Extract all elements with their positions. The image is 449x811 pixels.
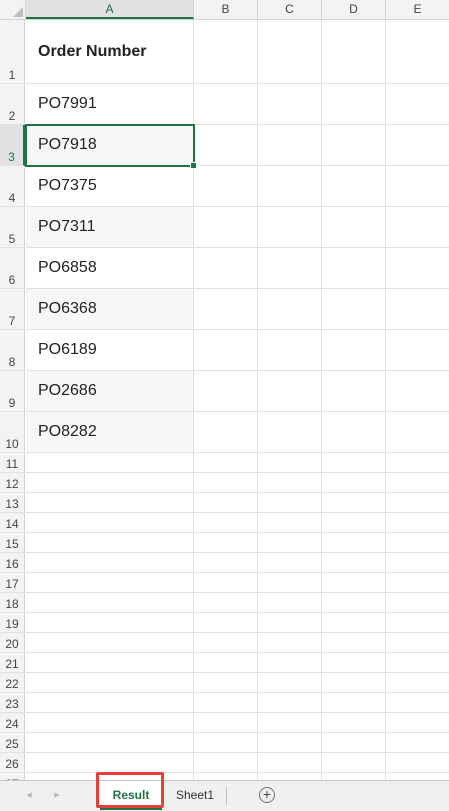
gridline [26, 592, 449, 593]
gridline [26, 632, 449, 633]
result-tab-highlight [96, 772, 164, 808]
row-header-4[interactable]: 4 [0, 166, 25, 207]
cell-a7[interactable]: PO6368 [26, 289, 193, 329]
select-all-corner[interactable] [0, 0, 26, 19]
row-header-16[interactable]: 16 [0, 553, 25, 573]
gridline [26, 532, 449, 533]
row-header-10[interactable]: 10 [0, 412, 25, 453]
cell-a8[interactable]: PO6189 [26, 330, 193, 370]
row-header-5[interactable]: 5 [0, 207, 25, 248]
row-header-24[interactable]: 24 [0, 713, 25, 733]
row-header-27[interactable]: 27 [0, 773, 25, 780]
gridline [26, 692, 449, 693]
scroll-tabs-right-icon[interactable]: ▸ [52, 790, 62, 801]
column-header-d[interactable]: D [322, 0, 386, 19]
row-header-1[interactable]: 1 [0, 20, 25, 84]
row-header-23[interactable]: 23 [0, 693, 25, 713]
row-header-20[interactable]: 20 [0, 633, 25, 653]
row-header-6[interactable]: 6 [0, 248, 25, 289]
sheet-tab-bar: ◂ ▸ Result Sheet1 + [0, 780, 449, 811]
gridline [26, 552, 449, 553]
column-header-row: A B C D E [0, 0, 449, 20]
gridline [26, 712, 449, 713]
scroll-tabs-left-icon[interactable]: ◂ [24, 790, 34, 801]
column-header-b[interactable]: B [194, 0, 258, 19]
row-header-15[interactable]: 15 [0, 533, 25, 553]
gridline [26, 732, 449, 733]
gridline [26, 512, 449, 513]
add-sheet-icon[interactable]: + [259, 787, 275, 803]
gridline [26, 572, 449, 573]
column-header-e[interactable]: E [386, 0, 449, 19]
row-header-8[interactable]: 8 [0, 330, 25, 371]
gridline [193, 20, 194, 780]
gridline [26, 772, 449, 773]
row-header-18[interactable]: 18 [0, 593, 25, 613]
cell-a10[interactable]: PO8282 [26, 412, 193, 452]
cell-a1-header[interactable]: Order Number [26, 20, 193, 83]
gridline [26, 492, 449, 493]
gridline [26, 472, 449, 473]
gridline [26, 652, 449, 653]
gridline [385, 20, 386, 780]
cell-a9[interactable]: PO2686 [26, 371, 193, 411]
row-header-3[interactable]: 3 [0, 125, 25, 166]
cell-a5[interactable]: PO7311 [26, 207, 193, 247]
row-header-13[interactable]: 13 [0, 493, 25, 513]
row-header-7[interactable]: 7 [0, 289, 25, 330]
spreadsheet-grid[interactable]: A B C D E 1 2 3 4 5 6 7 8 9 10 11 12 13 … [0, 0, 449, 780]
gridline [257, 20, 258, 780]
sheet-tab-sheet1[interactable]: Sheet1 [166, 781, 224, 810]
row-header-25[interactable]: 25 [0, 733, 25, 753]
gridline [26, 672, 449, 673]
column-header-c[interactable]: C [258, 0, 322, 19]
cell-a3[interactable]: PO7918 [26, 125, 193, 165]
row-header-21[interactable]: 21 [0, 653, 25, 673]
row-header-14[interactable]: 14 [0, 513, 25, 533]
row-header-17[interactable]: 17 [0, 573, 25, 593]
row-header-22[interactable]: 22 [0, 673, 25, 693]
tab-separator [226, 787, 227, 805]
column-header-a[interactable]: A [26, 0, 194, 19]
cell-a4[interactable]: PO7375 [26, 166, 193, 206]
gridline [26, 452, 449, 453]
row-header-9[interactable]: 9 [0, 371, 25, 412]
row-header-19[interactable]: 19 [0, 613, 25, 633]
cell-a2[interactable]: PO7991 [26, 84, 193, 124]
gridline [26, 612, 449, 613]
gridline [321, 20, 322, 780]
row-header-26[interactable]: 26 [0, 753, 25, 773]
row-header-12[interactable]: 12 [0, 473, 25, 493]
cell-a6[interactable]: PO6858 [26, 248, 193, 288]
gridline [26, 752, 449, 753]
row-header-11[interactable]: 11 [0, 453, 25, 473]
row-header-2[interactable]: 2 [0, 84, 25, 125]
